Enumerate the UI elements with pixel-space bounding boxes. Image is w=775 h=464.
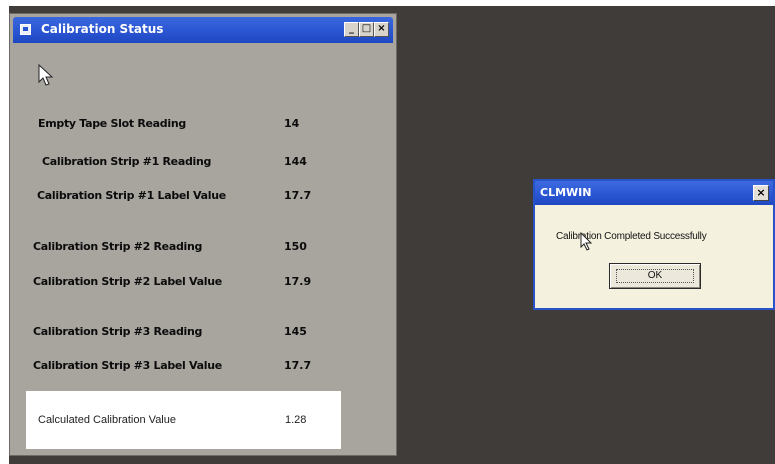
row-value: 150 [284,240,307,253]
row-label: Calibration Strip #3 Reading [33,325,203,338]
message-box-close-button[interactable]: × [753,185,769,201]
minimize-button[interactable]: _ [344,22,359,37]
row-label: Empty Tape Slot Reading [38,117,186,130]
maximize-button[interactable]: □ [359,22,374,37]
row-strip1-label-value: Calibration Strip #1 Label Value 17.7 [10,189,396,211]
row-label: Calibration Strip #1 Reading [42,155,212,168]
calculated-value: 1.28 [285,414,307,426]
row-label: Calibration Strip #2 Label Value [33,275,222,288]
calibration-status-window: Calibration Status _ □ × Empty Tape Slot… [9,13,397,456]
row-empty-tape-slot: Empty Tape Slot Reading 14 [10,117,396,139]
row-value: 144 [284,155,307,168]
message-text: Calibration Completed Successfully [556,231,707,242]
window-app-icon [20,24,31,35]
calculated-value-label: Calculated Calibration Value [38,414,176,426]
row-value: 145 [284,325,307,338]
row-strip3-label-value: Calibration Strip #3 Label Value 17.7 [10,359,396,381]
row-strip2-label-value: Calibration Strip #2 Label Value 17.9 [10,275,396,297]
clmwin-message-box: CLMWIN × Calibration Completed Successfu… [533,179,775,310]
ok-button[interactable]: OK [609,263,701,289]
close-button[interactable]: × [374,22,389,37]
message-box-title: CLMWIN [540,186,592,199]
row-value: 17.7 [284,189,312,202]
row-strip2-reading: Calibration Strip #2 Reading 150 [10,240,396,262]
row-value: 17.9 [284,275,312,288]
calculated-value-panel: Calculated Calibration Value 1.28 [26,391,341,449]
row-label: Calibration Strip #3 Label Value [33,359,222,372]
status-window-title: Calibration Status [41,22,164,36]
status-window-titlebar[interactable]: Calibration Status _ □ × [13,17,393,43]
row-strip3-reading: Calibration Strip #3 Reading 145 [10,325,396,347]
row-label: Calibration Strip #1 Label Value [37,189,226,202]
message-box-titlebar[interactable]: CLMWIN × [535,181,773,205]
mouse-pointer-icon [580,232,593,251]
mouse-pointer-icon [38,64,54,86]
row-value: 17.7 [284,359,312,372]
row-value: 14 [284,117,300,130]
row-label: Calibration Strip #2 Reading [33,240,203,253]
row-strip1-reading: Calibration Strip #1 Reading 144 [10,155,396,177]
